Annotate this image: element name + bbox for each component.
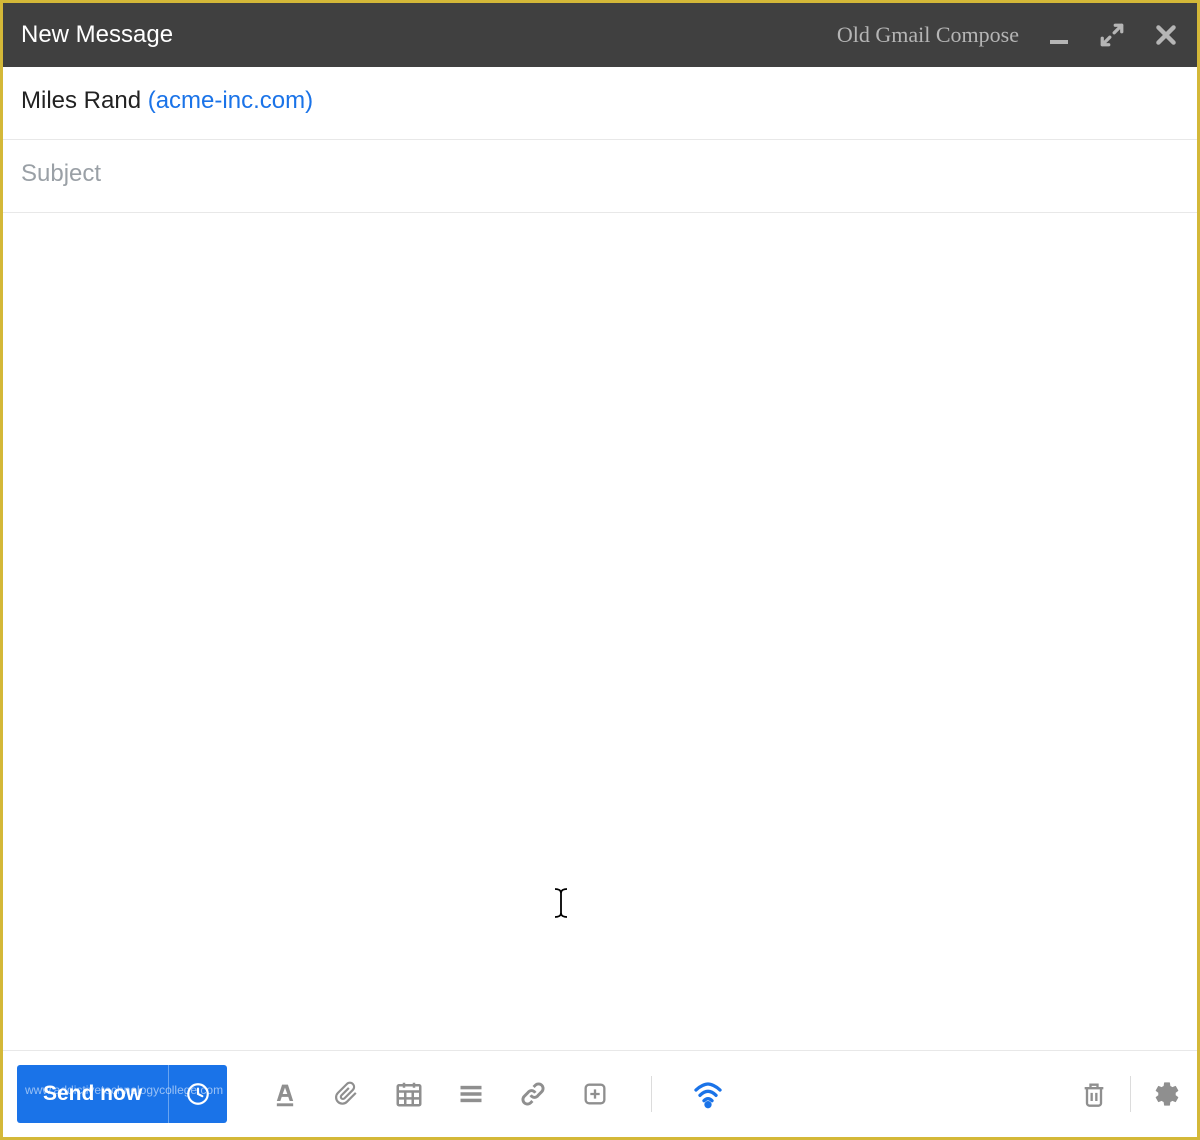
- footer-divider-right: [1130, 1076, 1131, 1112]
- recipient-name: Miles Rand: [21, 87, 148, 114]
- footer-right-controls: [1078, 1076, 1183, 1112]
- compose-body-textarea[interactable]: [21, 231, 1179, 1032]
- list-icon[interactable]: [455, 1078, 487, 1110]
- minimize-icon[interactable]: [1047, 23, 1071, 47]
- formatting-toolbar: [269, 1076, 724, 1112]
- toolbar-divider: [651, 1076, 652, 1112]
- attachment-icon[interactable]: [331, 1078, 363, 1110]
- recipient-field[interactable]: Miles Rand (acme-inc.com): [3, 67, 1197, 140]
- wifi-icon[interactable]: [692, 1078, 724, 1110]
- compose-header: New Message Old Gmail Compose: [3, 3, 1197, 67]
- close-icon[interactable]: [1153, 22, 1179, 48]
- calendar-icon[interactable]: [393, 1078, 425, 1110]
- send-button-group: Send now: [17, 1065, 227, 1123]
- send-now-button[interactable]: Send now: [17, 1065, 169, 1123]
- recipient-domain: (acme-inc.com): [148, 87, 313, 114]
- compose-title: New Message: [21, 21, 173, 49]
- link-icon[interactable]: [517, 1078, 549, 1110]
- settings-gear-icon[interactable]: [1151, 1078, 1183, 1110]
- send-later-button[interactable]: [169, 1065, 227, 1123]
- expand-icon[interactable]: [1099, 22, 1125, 48]
- old-gmail-compose-link[interactable]: Old Gmail Compose: [837, 22, 1019, 48]
- insert-plus-icon[interactable]: [579, 1078, 611, 1110]
- header-controls: Old Gmail Compose: [837, 22, 1179, 48]
- subject-input[interactable]: [21, 160, 1179, 188]
- subject-field-row: [3, 140, 1197, 213]
- compose-footer: Send now: [3, 1051, 1197, 1137]
- compose-body-area: [3, 213, 1197, 1050]
- formatting-icon[interactable]: [269, 1078, 301, 1110]
- trash-icon[interactable]: [1078, 1078, 1110, 1110]
